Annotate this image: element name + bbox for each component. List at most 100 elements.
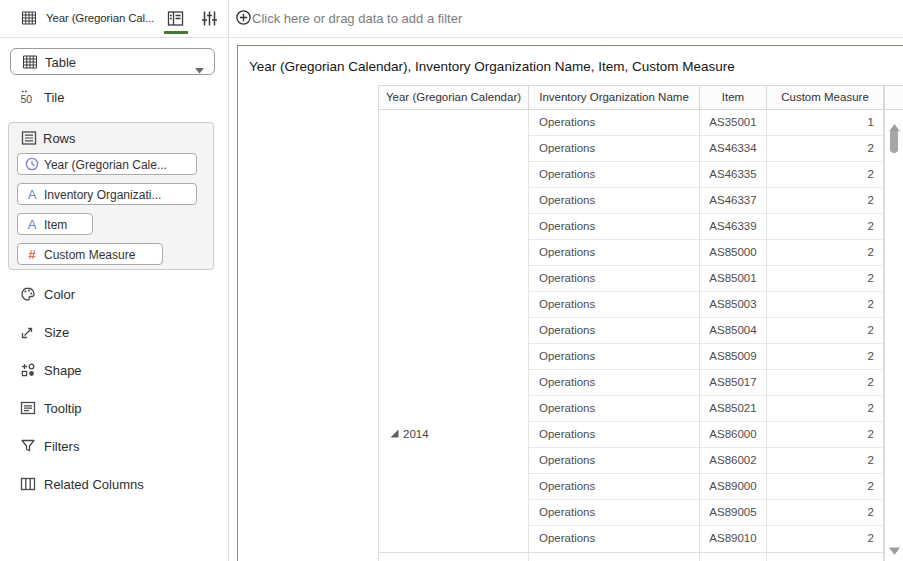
table-row[interactable]: OperationsAS850032 (528, 292, 884, 318)
measure-cell[interactable]: 2 (766, 474, 884, 500)
column-header[interactable]: Item (699, 86, 766, 111)
sidebar-item-label: Tooltip (44, 401, 82, 416)
measure-cell[interactable]: 1 (766, 110, 884, 136)
column-header[interactable]: Custom Measure (766, 86, 884, 111)
scrollbar-thumb[interactable] (890, 130, 898, 153)
table-row[interactable]: OperationsAS850092 (528, 344, 884, 370)
measure-cell[interactable]: 2 (766, 266, 884, 292)
measure-cell[interactable]: 2 (766, 214, 884, 240)
measure-cell[interactable]: 2 (766, 318, 884, 344)
measure-cell[interactable]: 2 (766, 188, 884, 214)
table-row[interactable]: OperationsAS463392 (528, 214, 884, 240)
measure-cell[interactable]: 2 (766, 344, 884, 370)
table-row[interactable]: OperationsAS850012 (528, 266, 884, 292)
table-row[interactable]: OperationsAS890102 (528, 526, 884, 552)
org-cell[interactable]: Operations (528, 370, 699, 396)
org-cell[interactable]: Operations (528, 188, 699, 214)
table-row[interactable]: OperationsAS350011 (528, 110, 884, 136)
item-cell[interactable]: AS46334 (699, 136, 766, 162)
viz-type-select[interactable]: Table (10, 48, 215, 75)
item-cell[interactable]: AS85001 (699, 266, 766, 292)
sidebar-item-filters[interactable]: Filters (0, 434, 228, 458)
org-cell[interactable]: Operations (528, 526, 699, 552)
org-cell[interactable]: Operations (528, 214, 699, 240)
org-cell[interactable]: Operations (528, 396, 699, 422)
table-row[interactable]: OperationsAS860022 (528, 448, 884, 474)
year-group-toggle[interactable]: 2014 (390, 428, 429, 440)
item-cell[interactable]: AS86002 (699, 448, 766, 474)
grammar-panel-button[interactable] (167, 10, 185, 28)
sidebar-item-tooltip[interactable]: Tooltip (0, 396, 228, 420)
column-header[interactable]: Year (Gregorian Calendar) (378, 86, 528, 111)
item-cell[interactable]: AS89005 (699, 500, 766, 526)
measure-cell[interactable]: 2 (766, 526, 884, 552)
active-tab-underline (164, 31, 188, 34)
item-cell[interactable]: AS85004 (699, 318, 766, 344)
org-cell[interactable]: Operations (528, 318, 699, 344)
rows-pill[interactable]: AInventory Organizati... (17, 183, 197, 205)
item-cell[interactable]: AS46339 (699, 214, 766, 240)
sidebar-item-shape[interactable]: Shape (0, 358, 228, 382)
item-cell[interactable]: AS85021 (699, 396, 766, 422)
org-cell[interactable]: Operations (528, 110, 699, 136)
sidebar-item-color[interactable]: Color (0, 282, 228, 306)
table-row[interactable]: OperationsAS850172 (528, 370, 884, 396)
scroll-down-arrow[interactable] (889, 541, 900, 559)
table-row[interactable]: OperationsAS850002 (528, 240, 884, 266)
measure-cell[interactable]: 2 (766, 136, 884, 162)
org-cell[interactable]: Operations (528, 500, 699, 526)
org-cell[interactable]: Operations (528, 448, 699, 474)
item-cell[interactable]: AS86000 (699, 422, 766, 448)
item-cell[interactable]: AS89010 (699, 526, 766, 552)
rows-pill[interactable]: Year (Gregorian Cale... (17, 153, 197, 175)
rows-pill[interactable]: #Custom Measure (17, 243, 163, 265)
measure-cell[interactable]: 2 (766, 162, 884, 188)
column-header[interactable]: Inventory Organization Name (528, 86, 699, 111)
org-cell[interactable]: Operations (528, 266, 699, 292)
sidebar-item-size[interactable]: Size (0, 320, 228, 344)
item-cell[interactable]: AS85003 (699, 292, 766, 318)
tile-drop-target[interactable]: 50 Tile (0, 86, 228, 110)
filter-bar[interactable]: Click here or drag data to add a filter (230, 0, 903, 38)
measure-cell[interactable]: 2 (766, 292, 884, 318)
sidebar-item-label: Size (44, 325, 69, 340)
table-row[interactable]: OperationsAS850212 (528, 396, 884, 422)
table-viz-icon (21, 10, 37, 26)
measure-cell[interactable]: 2 (766, 422, 884, 448)
filter-bar-prompt: Click here or drag data to add a filter (252, 11, 462, 26)
table-row[interactable]: OperationsAS463372 (528, 188, 884, 214)
table-row[interactable]: OperationsAS860002 (528, 422, 884, 448)
measure-cell[interactable]: 2 (766, 500, 884, 526)
org-cell[interactable]: Operations (528, 162, 699, 188)
org-cell[interactable]: Operations (528, 136, 699, 162)
item-cell[interactable]: AS35001 (699, 110, 766, 136)
org-cell[interactable]: Operations (528, 344, 699, 370)
table-row[interactable]: OperationsAS850042 (528, 318, 884, 344)
measure-cell[interactable]: 2 (766, 396, 884, 422)
table-row[interactable]: OperationsAS463342 (528, 136, 884, 162)
rows-section-label: Rows (43, 131, 76, 146)
settings-sliders-button[interactable] (201, 10, 219, 28)
item-cell[interactable]: AS46337 (699, 188, 766, 214)
item-cell[interactable]: AS85009 (699, 344, 766, 370)
item-cell[interactable]: AS46335 (699, 162, 766, 188)
measure-cell[interactable]: 2 (766, 370, 884, 396)
rows-pill[interactable]: AItem (17, 213, 93, 235)
measure-cell[interactable]: 2 (766, 240, 884, 266)
org-cell[interactable]: Operations (528, 240, 699, 266)
viz-title: Year (Gregorian Calendar), Inventory Org… (249, 59, 735, 74)
add-filter-plus-icon (236, 10, 251, 29)
item-cell[interactable]: AS85000 (699, 240, 766, 266)
table-row[interactable]: OperationsAS463352 (528, 162, 884, 188)
measure-cell[interactable]: 2 (766, 448, 884, 474)
org-cell[interactable]: Operations (528, 292, 699, 318)
table-row[interactable]: OperationsAS890002 (528, 474, 884, 500)
scrollbar-header-cell (885, 85, 903, 110)
org-cell[interactable]: Operations (528, 474, 699, 500)
item-cell[interactable]: AS89000 (699, 474, 766, 500)
table-row[interactable]: OperationsAS890052 (528, 500, 884, 526)
sidebar-item-related-columns[interactable]: Related Columns (0, 472, 228, 496)
org-cell[interactable]: Operations (528, 422, 699, 448)
data-table: Year (Gregorian Calendar)Inventory Organ… (378, 85, 884, 561)
item-cell[interactable]: AS85017 (699, 370, 766, 396)
